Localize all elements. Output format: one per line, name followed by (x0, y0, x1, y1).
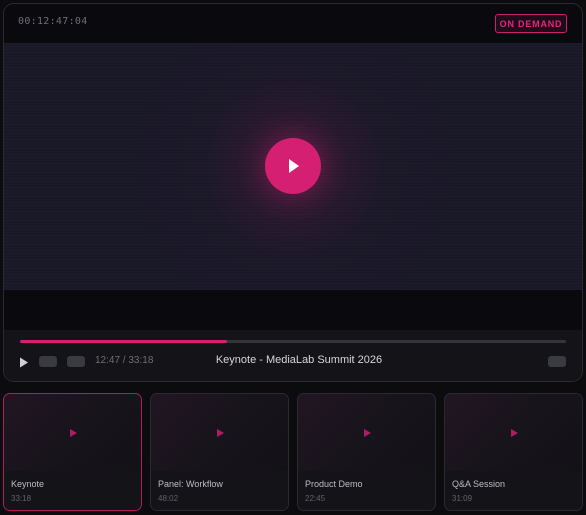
playlist-item-duration: 31:09 (452, 494, 473, 503)
timecode: 00:12:47:04 (18, 16, 88, 27)
play-icon (363, 428, 371, 437)
playlist-item-keynote[interactable]: Keynote 33:18 (3, 393, 142, 511)
playlist-item-duration: 48:02 (158, 494, 179, 503)
big-play-button[interactable] (265, 138, 321, 194)
play-icon (289, 159, 299, 173)
video-viewport[interactable]: 00:12:47:04 ON DEMAND (4, 4, 582, 330)
playlist-item-info: Panel: Workflow 48:02 (151, 471, 288, 510)
playlist-item-info: Keynote 33:18 (4, 471, 141, 510)
playlist-item-panel-workflow[interactable]: Panel: Workflow 48:02 (150, 393, 289, 511)
playlist-item-product-demo[interactable]: Product Demo 22:45 (297, 393, 436, 511)
thumbnail (4, 394, 141, 471)
thumbnail (445, 394, 582, 471)
play-icon (216, 428, 224, 437)
play-button[interactable] (19, 355, 31, 369)
playlist-item-title: Q&A Session (452, 479, 506, 489)
play-icon (69, 428, 77, 437)
video-player: 00:12:47:04 ON DEMAND 12:47 / 33:18 Keyn… (3, 3, 583, 382)
playlist-item-title: Product Demo (305, 479, 363, 489)
playlist-item-info: Q&A Session 31:09 (445, 471, 582, 510)
play-icon (20, 357, 28, 367)
captions-button[interactable] (67, 356, 85, 367)
playlist-item-title: Panel: Workflow (158, 479, 223, 489)
thumbnail (298, 394, 435, 471)
play-icon (510, 428, 518, 437)
time-display: 12:47 / 33:18 (95, 355, 154, 366)
playlist-item-duration: 22:45 (305, 494, 326, 503)
fullscreen-button[interactable] (548, 356, 566, 367)
playlist-item-qa-session[interactable]: Q&A Session 31:09 (444, 393, 583, 511)
playlist-item-duration: 33:18 (11, 494, 32, 503)
playlist-item-title: Keynote (11, 479, 45, 489)
playlist-item-info: Product Demo 22:45 (298, 471, 435, 510)
video-title: Keynote - MediaLab Summit 2026 (215, 354, 383, 366)
volume-button[interactable] (39, 356, 57, 367)
on-demand-badge: ON DEMAND (495, 14, 567, 33)
progress-fill (20, 340, 228, 343)
player-controls: 12:47 / 33:18 Keynote - MediaLab Summit … (4, 330, 582, 381)
thumbnail (151, 394, 288, 471)
progress-bar[interactable] (20, 340, 566, 343)
